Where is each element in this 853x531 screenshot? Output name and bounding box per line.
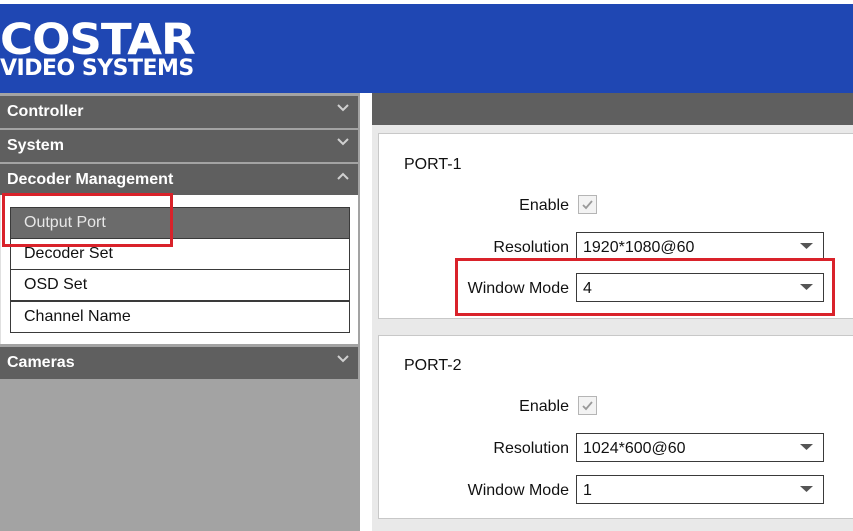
menu-label: Decoder Management: [7, 171, 174, 188]
menu-label: System: [7, 137, 64, 154]
select-value: 1920*1080@60: [583, 239, 695, 256]
output-port-highlight: [2, 193, 173, 247]
enable-label: Enable: [519, 197, 569, 214]
menu-label: Cameras: [7, 354, 75, 371]
menu-decoder-management[interactable]: Decoder Management: [0, 164, 358, 196]
select-value: 1024*600@60: [583, 440, 686, 457]
app-header: COSTAR VIDEO SYSTEMS: [0, 0, 853, 93]
dropdown-arrow-icon: [800, 486, 813, 492]
dropdown-arrow-icon: [800, 243, 813, 249]
resolution-label: Resolution: [493, 239, 569, 256]
dropdown-arrow-icon: [800, 444, 813, 450]
menu-cameras[interactable]: Cameras: [0, 347, 358, 379]
logo-text-top: COSTAR: [0, 15, 196, 65]
sidebar: Controller System Decoder Management Out…: [0, 93, 360, 531]
header-bar: COSTAR VIDEO SYSTEMS: [0, 4, 853, 93]
resolution-select[interactable]: 1024*600@60: [576, 433, 824, 462]
chevron-down-icon: [336, 353, 350, 367]
content-title-bar: [372, 93, 853, 125]
chevron-down-icon: [336, 102, 350, 116]
menu-controller[interactable]: Controller: [0, 96, 358, 128]
enable-checkbox[interactable]: [578, 396, 597, 415]
window-mode-label: Window Mode: [467, 482, 569, 499]
resolution-select[interactable]: 1920*1080@60: [576, 232, 824, 261]
menu-label: Controller: [7, 103, 84, 120]
costar-logo: COSTAR VIDEO SYSTEMS: [0, 19, 196, 80]
window-mode-highlight: [455, 258, 835, 316]
port-title: PORT-1: [404, 156, 462, 173]
checkmark-icon: [582, 200, 593, 210]
menu-system[interactable]: System: [0, 130, 358, 162]
chevron-up-icon: [336, 170, 350, 184]
window-mode-select[interactable]: 1: [576, 475, 824, 504]
port-title: PORT-2: [404, 357, 462, 374]
checkmark-icon: [582, 401, 593, 411]
submenu-item-channel-name[interactable]: Channel Name: [10, 301, 350, 333]
resolution-label: Resolution: [493, 440, 569, 457]
enable-label: Enable: [519, 398, 569, 415]
enable-checkbox[interactable]: [578, 195, 597, 214]
submenu-item-osd-set[interactable]: OSD Set: [10, 269, 350, 301]
chevron-down-icon: [336, 136, 350, 150]
port-2-panel: PORT-2 Enable Resolution 1024*600@60 Win…: [378, 335, 853, 519]
select-value: 1: [583, 482, 592, 499]
